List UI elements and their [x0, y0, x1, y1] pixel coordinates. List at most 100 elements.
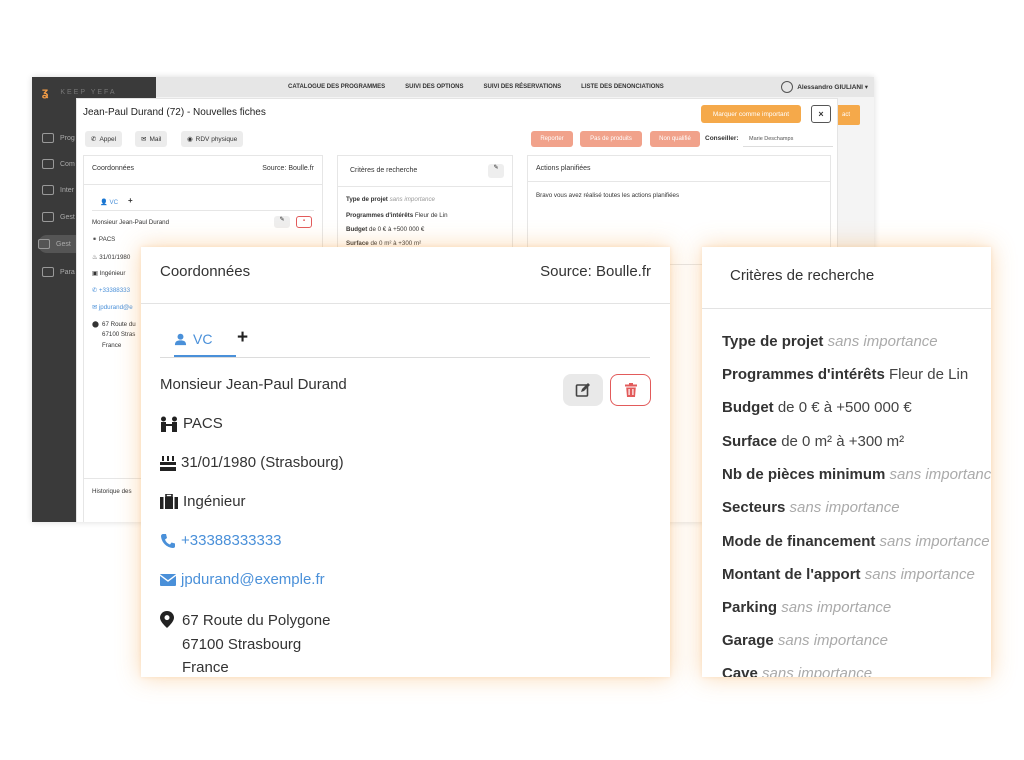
crit-row: Budget de 0 € à +500 000 € — [346, 226, 424, 233]
birth-row: 31/01/1980 (Strasbourg) — [160, 454, 344, 471]
crit-row: Surface de 0 m² à +300 m² — [346, 240, 421, 247]
email-link[interactable]: jpdurand@exemple.fr — [160, 571, 325, 588]
birth-text: 31/01/1980 (Strasbourg) — [181, 454, 344, 471]
sidebar-item-label: Prog — [60, 134, 75, 142]
criteria-label: Surface — [722, 433, 778, 450]
criteria-value: sans importance — [827, 333, 938, 350]
gears-icon — [42, 267, 54, 277]
criteria-value: sans importance — [789, 499, 900, 516]
criteria-row: Parking sans importance — [722, 599, 891, 616]
criteria-value: Fleur de Lin — [888, 366, 969, 383]
not-qualified-button[interactable]: Non qualifié — [650, 131, 700, 147]
nav-suivi-options[interactable]: SUIVI DES OPTIONS — [405, 84, 463, 90]
criteria-row: Mode de financement sans importance — [722, 533, 990, 550]
delete-button[interactable] — [610, 374, 651, 406]
divider — [84, 184, 322, 185]
mail-button[interactable]: ✉ Mail — [135, 131, 168, 147]
nav-catalogue[interactable]: CATALOGUE DES PROGRAMMES — [288, 84, 385, 90]
criteria-value: sans importance — [864, 566, 975, 583]
user-menu[interactable]: Alessandro GIULIANI ▾ — [781, 81, 868, 93]
map-marker-icon — [160, 611, 174, 628]
phone-text: +33388333333 — [181, 532, 282, 549]
criteria-label: Secteurs — [722, 499, 786, 516]
top-navbar: CATALOGUE DES PROGRAMMES SUIVI DES OPTIO… — [156, 77, 874, 97]
building-icon — [42, 133, 54, 143]
no-products-button[interactable]: Pas de produits — [580, 131, 642, 147]
crit-value: de 0 m² à +300 m² — [370, 240, 422, 247]
criteria-value: sans importance — [781, 599, 892, 616]
users-icon — [42, 159, 54, 169]
logo-mark-icon: ʓ — [42, 85, 51, 99]
crit-label: Budget — [346, 226, 368, 233]
criteria-label: Budget — [722, 399, 774, 416]
rdv-button[interactable]: ◉ RDV physique — [181, 131, 244, 147]
address-line-1: 67 Route du — [102, 321, 136, 328]
crit-value: Fleur de Lin — [414, 212, 448, 219]
rdv-label: RDV physique — [195, 135, 238, 143]
nav-denonciations[interactable]: LISTE DES DENONCIATIONS — [581, 84, 664, 90]
contact-name: Monsieur Jean-Paul Durand — [160, 376, 347, 393]
criteria-row: Montant de l'apport sans importance — [722, 566, 975, 583]
civil-status-row: PACS — [160, 415, 223, 432]
crit-row: Type de projet sans importance — [346, 196, 435, 203]
address-line-2: 67100 Strasbourg — [182, 635, 302, 653]
mark-important-button[interactable]: Marquer comme important — [701, 105, 801, 123]
coords-source: Source: Boulle.fr — [262, 165, 314, 172]
edit-icon — [575, 383, 590, 397]
job-row: ▣ Ingénieur — [92, 270, 125, 277]
contact-name: Monsieur Jean-Paul Durand — [92, 219, 170, 226]
phone-link[interactable]: ✆ +33388333 — [92, 287, 130, 294]
network-icon — [42, 185, 54, 195]
criteria-value: de 0 € à +500 000 € — [777, 399, 912, 416]
criteria-value: sans importance — [879, 533, 990, 550]
sidebar-item-label: Com — [60, 160, 75, 168]
sidebar-item-label: Gest — [60, 213, 75, 221]
criteria-row: Secteurs sans importance — [722, 499, 900, 516]
call-button[interactable]: ✆ Appel — [85, 131, 123, 147]
nav-suivi-reservations[interactable]: SUIVI DES RÉSERVATIONS — [483, 84, 561, 90]
criteria-title: Critères de recherche — [350, 167, 418, 174]
birthday-cake-icon — [160, 455, 176, 471]
criteria-label: Garage — [722, 632, 774, 649]
email-link[interactable]: ✉ jpdurand@e — [92, 304, 133, 311]
conseiller-select[interactable]: Marie Deschamps — [743, 131, 833, 147]
tab-vc[interactable]: VC — [174, 331, 212, 347]
address-block: 67 Route du Polygone 67100 Strasbourg Fr… — [182, 609, 330, 677]
address-line-2: 67100 Stras — [102, 331, 136, 338]
job-row: Ingénieur — [160, 493, 246, 510]
card-source: Source: Boulle.fr — [540, 263, 651, 280]
civil-status-text: PACS — [183, 415, 223, 432]
criteria-value: sans importance — [762, 665, 873, 677]
reporter-button[interactable]: Reporter — [531, 131, 573, 147]
mail-label: Mail — [149, 135, 162, 143]
job-text: Ingénieur — [183, 493, 246, 510]
couple-icon: ⚭ — [92, 236, 98, 243]
card-title: Coordonnées — [160, 263, 251, 280]
criteria-value: sans importance — [777, 632, 888, 649]
phone-icon: ✆ — [92, 287, 98, 294]
address-line-1: 67 Route du Polygone — [182, 612, 331, 629]
birth-row: ♨ 31/01/1980 — [92, 254, 130, 261]
phone-link[interactable]: +33388333333 — [160, 532, 282, 549]
tab-add[interactable]: + — [128, 196, 133, 205]
modal-title: Jean-Paul Durand (72) - Nouvelles fiches — [83, 107, 266, 118]
edit-button[interactable] — [563, 374, 603, 406]
briefcase-icon: ▣ — [92, 270, 98, 277]
couple-icon — [161, 416, 177, 432]
envelope-icon: ✉ — [92, 304, 98, 311]
close-button[interactable]: × — [811, 105, 831, 123]
tab-vc[interactable]: 👤 VC — [100, 198, 118, 206]
tabs-line — [92, 210, 314, 211]
delete-button[interactable]: ▪ — [296, 216, 312, 228]
crit-value: sans importance — [389, 196, 435, 203]
criteria-row: Nb de pièces minimum sans importance — [722, 466, 991, 483]
email-text: jpdurand@e — [98, 304, 133, 311]
crit-row: Programmes d'intérêts Fleur de Lin — [346, 212, 448, 219]
edit-criteria-button[interactable]: ✎ — [488, 164, 504, 178]
edit-button[interactable]: ✎ — [274, 216, 290, 228]
map-marker-icon: ⬤ — [92, 321, 99, 328]
top-nav: CATALOGUE DES PROGRAMMES SUIVI DES OPTIO… — [288, 84, 664, 90]
email-text: jpdurand@exemple.fr — [181, 571, 325, 588]
criteria-row: Type de projet sans importance — [722, 333, 938, 350]
add-tab-button[interactable]: + — [237, 327, 248, 349]
